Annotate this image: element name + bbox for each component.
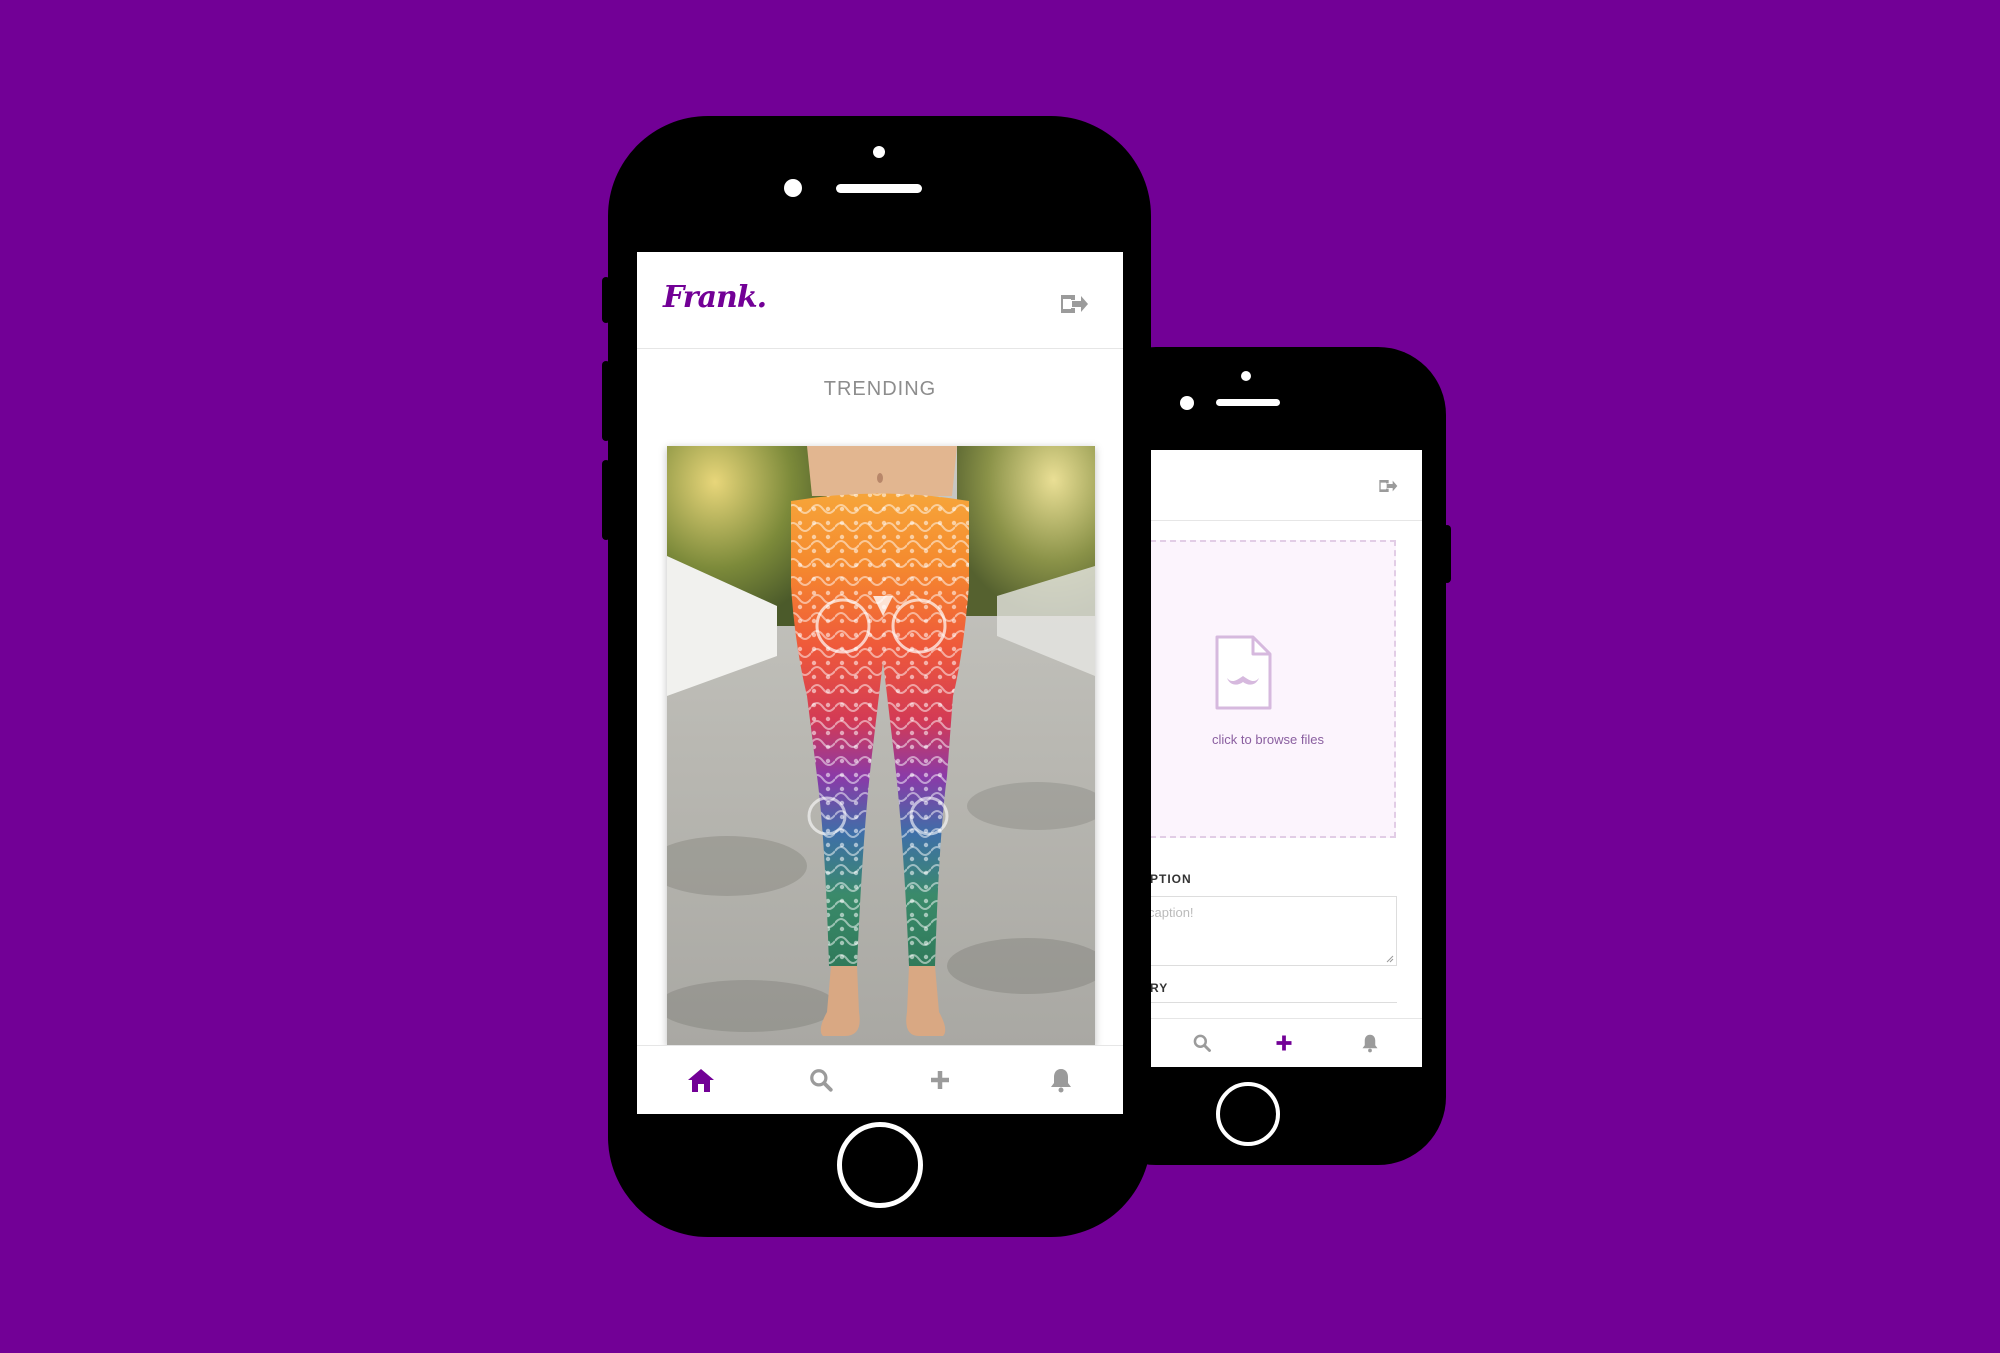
bell-icon xyxy=(1051,1069,1071,1093)
category-label: RY xyxy=(1150,981,1169,995)
tab-notifications[interactable] xyxy=(1041,1060,1081,1100)
post-image[interactable] xyxy=(667,446,1095,1046)
tab-search[interactable] xyxy=(1188,1029,1216,1057)
search-icon xyxy=(810,1069,833,1092)
mute-switch xyxy=(602,277,610,323)
volume-up-button xyxy=(602,361,610,441)
home-icon xyxy=(688,1069,714,1092)
tab-notifications[interactable] xyxy=(1356,1029,1384,1057)
plus-icon xyxy=(1276,1035,1292,1051)
resize-handle-icon[interactable] xyxy=(1386,955,1394,963)
bottom-tabbar xyxy=(1150,1018,1422,1067)
trending-screen: Frank. TRENDING xyxy=(637,252,1123,1114)
front-camera-dot xyxy=(1241,371,1251,381)
upload-screen: click to browse files PTION caption! RY xyxy=(1150,450,1422,1067)
file-dropzone[interactable]: click to browse files xyxy=(1150,540,1396,838)
power-button xyxy=(1443,525,1451,583)
front-camera xyxy=(1180,396,1194,410)
front-camera xyxy=(784,179,802,197)
front-camera-dot xyxy=(873,146,885,158)
logout-icon[interactable] xyxy=(1059,292,1089,316)
home-button[interactable] xyxy=(1216,1082,1280,1146)
leggings-photo xyxy=(667,446,1095,1046)
caption-textarea[interactable]: caption! xyxy=(1150,896,1397,966)
plus-icon xyxy=(931,1071,949,1089)
browse-files-text[interactable]: click to browse files xyxy=(1150,732,1386,747)
speaker-grille xyxy=(836,184,922,193)
caption-placeholder: caption! xyxy=(1150,905,1194,920)
logout-icon[interactable] xyxy=(1378,478,1398,494)
app-header: Frank. xyxy=(637,252,1123,349)
bottom-tabbar xyxy=(637,1045,1123,1114)
bell-icon xyxy=(1362,1034,1378,1053)
tab-add[interactable] xyxy=(920,1060,960,1100)
tab-add[interactable] xyxy=(1270,1029,1298,1057)
app-logo[interactable]: Frank. xyxy=(663,280,767,315)
tab-search[interactable] xyxy=(801,1060,841,1100)
file-mustache-icon xyxy=(1215,635,1272,710)
tab-home[interactable] xyxy=(681,1060,721,1100)
search-icon xyxy=(1193,1034,1211,1052)
home-button[interactable] xyxy=(837,1122,923,1208)
volume-down-button xyxy=(602,460,610,540)
phone-front: Frank. TRENDING xyxy=(602,116,1151,1237)
speaker-grille xyxy=(1216,399,1280,406)
app-header xyxy=(1150,450,1422,521)
caption-label: PTION xyxy=(1150,872,1192,886)
section-title: TRENDING xyxy=(823,378,937,400)
